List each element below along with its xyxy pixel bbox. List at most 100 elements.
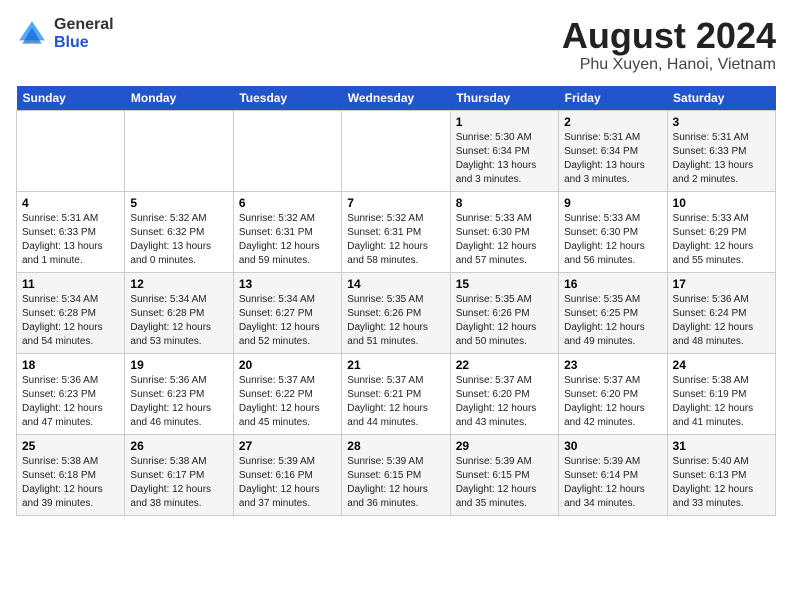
day-number: 25 (22, 439, 119, 453)
weekday-header-row: SundayMondayTuesdayWednesdayThursdayFrid… (17, 86, 776, 111)
weekday-header: Tuesday (233, 86, 341, 111)
calendar-week-row: 25Sunrise: 5:38 AM Sunset: 6:18 PM Dayli… (17, 434, 776, 515)
logo-general: General (54, 16, 114, 34)
calendar-cell: 24Sunrise: 5:38 AM Sunset: 6:19 PM Dayli… (667, 353, 775, 434)
day-info: Sunrise: 5:39 AM Sunset: 6:16 PM Dayligh… (239, 455, 336, 511)
day-number: 22 (456, 358, 553, 372)
day-number: 10 (673, 196, 770, 210)
calendar-cell: 7Sunrise: 5:32 AM Sunset: 6:31 PM Daylig… (342, 191, 450, 272)
day-number: 26 (130, 439, 227, 453)
calendar-cell: 3 Sunrise: 5:31 AM Sunset: 6:33 PM Daylig… (667, 110, 775, 191)
day-number: 20 (239, 358, 336, 372)
calendar-cell: 9Sunrise: 5:33 AM Sunset: 6:30 PM Daylig… (559, 191, 667, 272)
day-number: 11 (22, 277, 119, 291)
calendar-cell: 26 Sunrise: 5:38 AM Sunset: 6:17 PM Dayli… (125, 434, 233, 515)
calendar-cell: 12Sunrise: 5:34 AM Sunset: 6:28 PM Dayli… (125, 272, 233, 353)
day-info: Sunrise: 5:37 AM Sunset: 6:21 PM Dayligh… (347, 374, 444, 430)
day-info: Sunrise: 5:37 AM Sunset: 6:20 PM Dayligh… (456, 374, 553, 430)
day-info: Sunrise: 5:31 AM Sunset: 6:33 PM Dayligh… (22, 212, 119, 268)
weekday-header: Sunday (17, 86, 125, 111)
calendar-cell (17, 110, 125, 191)
day-number: 21 (347, 358, 444, 372)
day-number: 28 (347, 439, 444, 453)
calendar-cell: 13Sunrise: 5:34 AM Sunset: 6:27 PM Dayli… (233, 272, 341, 353)
calendar-week-row: 4 Sunrise: 5:31 AM Sunset: 6:33 PM Daylig… (17, 191, 776, 272)
day-info: Sunrise: 5:35 AM Sunset: 6:25 PM Dayligh… (564, 293, 661, 349)
calendar-cell: 1 Sunrise: 5:30 AM Sunset: 6:34 PM Daylig… (450, 110, 558, 191)
day-number: 23 (564, 358, 661, 372)
day-info: Sunrise: 5:35 AM Sunset: 6:26 PM Dayligh… (456, 293, 553, 349)
day-info: Sunrise: 5:33 AM Sunset: 6:29 PM Dayligh… (673, 212, 770, 268)
logo-blue: Blue (54, 34, 114, 52)
calendar-cell: 21 Sunrise: 5:37 AM Sunset: 6:21 PM Dayli… (342, 353, 450, 434)
day-info: Sunrise: 5:32 AM Sunset: 6:31 PM Dayligh… (347, 212, 444, 268)
day-info: Sunrise: 5:30 AM Sunset: 6:34 PM Dayligh… (456, 131, 553, 187)
weekday-header: Thursday (450, 86, 558, 111)
day-info: Sunrise: 5:32 AM Sunset: 6:31 PM Dayligh… (239, 212, 336, 268)
day-info: Sunrise: 5:33 AM Sunset: 6:30 PM Dayligh… (456, 212, 553, 268)
calendar-cell: 22 Sunrise: 5:37 AM Sunset: 6:20 PM Dayli… (450, 353, 558, 434)
location: Phu Xuyen, Hanoi, Vietnam (562, 56, 776, 74)
day-info: Sunrise: 5:36 AM Sunset: 6:23 PM Dayligh… (130, 374, 227, 430)
day-number: 5 (130, 196, 227, 210)
calendar-cell: 8 Sunrise: 5:33 AM Sunset: 6:30 PM Daylig… (450, 191, 558, 272)
day-info: Sunrise: 5:38 AM Sunset: 6:17 PM Dayligh… (130, 455, 227, 511)
weekday-header: Saturday (667, 86, 775, 111)
calendar-week-row: 11 Sunrise: 5:34 AM Sunset: 6:28 PM Dayli… (17, 272, 776, 353)
day-number: 15 (456, 277, 553, 291)
calendar-week-row: 18Sunrise: 5:36 AM Sunset: 6:23 PM Dayli… (17, 353, 776, 434)
day-number: 3 (673, 115, 770, 129)
calendar-cell: 10 Sunrise: 5:33 AM Sunset: 6:29 PM Dayli… (667, 191, 775, 272)
day-info: Sunrise: 5:40 AM Sunset: 6:13 PM Dayligh… (673, 455, 770, 511)
calendar-cell: 6 Sunrise: 5:32 AM Sunset: 6:31 PM Daylig… (233, 191, 341, 272)
title-block: August 2024 Phu Xuyen, Hanoi, Vietnam (562, 16, 776, 74)
day-number: 6 (239, 196, 336, 210)
calendar-cell: 15 Sunrise: 5:35 AM Sunset: 6:26 PM Dayli… (450, 272, 558, 353)
day-info: Sunrise: 5:37 AM Sunset: 6:22 PM Dayligh… (239, 374, 336, 430)
calendar-cell: 2 Sunrise: 5:31 AM Sunset: 6:34 PM Daylig… (559, 110, 667, 191)
day-number: 16 (564, 277, 661, 291)
day-number: 1 (456, 115, 553, 129)
page-header: General Blue August 2024 Phu Xuyen, Hano… (16, 16, 776, 74)
calendar-cell: 16 Sunrise: 5:35 AM Sunset: 6:25 PM Dayli… (559, 272, 667, 353)
calendar-cell (233, 110, 341, 191)
day-number: 2 (564, 115, 661, 129)
day-info: Sunrise: 5:37 AM Sunset: 6:20 PM Dayligh… (564, 374, 661, 430)
calendar-cell (342, 110, 450, 191)
day-info: Sunrise: 5:31 AM Sunset: 6:34 PM Dayligh… (564, 131, 661, 187)
calendar-cell: 19Sunrise: 5:36 AM Sunset: 6:23 PM Dayli… (125, 353, 233, 434)
calendar-cell: 28 Sunrise: 5:39 AM Sunset: 6:15 PM Dayli… (342, 434, 450, 515)
day-number: 24 (673, 358, 770, 372)
day-number: 30 (564, 439, 661, 453)
calendar-week-row: 1 Sunrise: 5:30 AM Sunset: 6:34 PM Daylig… (17, 110, 776, 191)
day-info: Sunrise: 5:39 AM Sunset: 6:15 PM Dayligh… (347, 455, 444, 511)
day-info: Sunrise: 5:36 AM Sunset: 6:24 PM Dayligh… (673, 293, 770, 349)
calendar-cell: 25Sunrise: 5:38 AM Sunset: 6:18 PM Dayli… (17, 434, 125, 515)
calendar-cell: 5 Sunrise: 5:32 AM Sunset: 6:32 PM Daylig… (125, 191, 233, 272)
day-info: Sunrise: 5:35 AM Sunset: 6:26 PM Dayligh… (347, 293, 444, 349)
logo: General Blue (16, 16, 114, 51)
calendar-cell: 20 Sunrise: 5:37 AM Sunset: 6:22 PM Dayli… (233, 353, 341, 434)
day-info: Sunrise: 5:33 AM Sunset: 6:30 PM Dayligh… (564, 212, 661, 268)
day-number: 29 (456, 439, 553, 453)
day-info: Sunrise: 5:31 AM Sunset: 6:33 PM Dayligh… (673, 131, 770, 187)
calendar-cell: 4 Sunrise: 5:31 AM Sunset: 6:33 PM Daylig… (17, 191, 125, 272)
day-number: 8 (456, 196, 553, 210)
calendar-cell: 27Sunrise: 5:39 AM Sunset: 6:16 PM Dayli… (233, 434, 341, 515)
calendar-cell: 17Sunrise: 5:36 AM Sunset: 6:24 PM Dayli… (667, 272, 775, 353)
day-info: Sunrise: 5:36 AM Sunset: 6:23 PM Dayligh… (22, 374, 119, 430)
calendar-cell: 11 Sunrise: 5:34 AM Sunset: 6:28 PM Dayli… (17, 272, 125, 353)
calendar-cell: 31 Sunrise: 5:40 AM Sunset: 6:13 PM Dayli… (667, 434, 775, 515)
day-info: Sunrise: 5:34 AM Sunset: 6:27 PM Dayligh… (239, 293, 336, 349)
calendar-cell: 30 Sunrise: 5:39 AM Sunset: 6:14 PM Dayli… (559, 434, 667, 515)
calendar-cell (125, 110, 233, 191)
day-number: 14 (347, 277, 444, 291)
calendar-cell: 29Sunrise: 5:39 AM Sunset: 6:15 PM Dayli… (450, 434, 558, 515)
day-info: Sunrise: 5:39 AM Sunset: 6:14 PM Dayligh… (564, 455, 661, 511)
day-number: 4 (22, 196, 119, 210)
day-number: 31 (673, 439, 770, 453)
day-number: 12 (130, 277, 227, 291)
day-info: Sunrise: 5:34 AM Sunset: 6:28 PM Dayligh… (22, 293, 119, 349)
logo-icon (16, 18, 48, 50)
day-info: Sunrise: 5:32 AM Sunset: 6:32 PM Dayligh… (130, 212, 227, 268)
